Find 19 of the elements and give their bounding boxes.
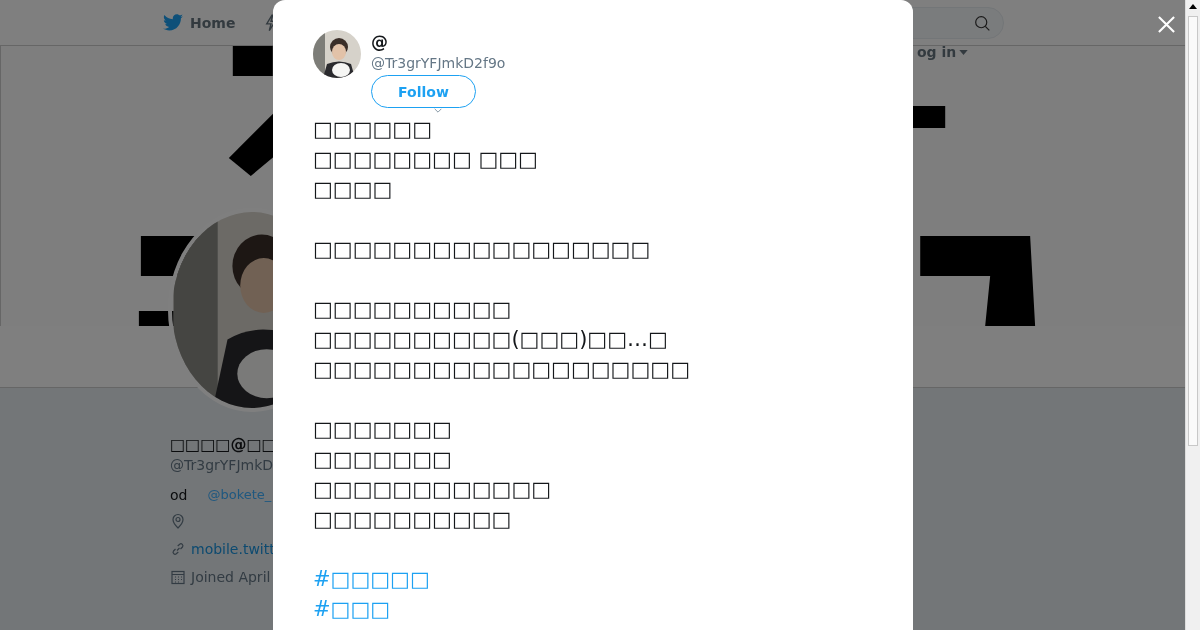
website-link[interactable]: mobile.twitt bbox=[191, 541, 275, 557]
scroll-up-icon[interactable] bbox=[1189, 4, 1197, 9]
bio-text: od bbox=[170, 487, 188, 503]
calendar-icon bbox=[170, 569, 186, 585]
profile-name: □□□□@□□ bbox=[170, 434, 277, 456]
tweet-paragraph: □□□□□□□ □□□□□□□ □□□□□□□□□□□□ □□□□□□□□□□ bbox=[313, 416, 553, 533]
close-icon[interactable] bbox=[1157, 15, 1176, 34]
joined-date: Joined April bbox=[191, 569, 271, 585]
location-icon bbox=[170, 513, 186, 529]
bird-icon[interactable] bbox=[163, 14, 183, 31]
hashtag-link[interactable]: #□□□□□ bbox=[313, 567, 430, 591]
hashtag-link[interactable]: #□□□ bbox=[313, 597, 391, 621]
home-link[interactable]: Home bbox=[190, 14, 236, 31]
search-icon[interactable] bbox=[974, 15, 991, 32]
profile-handle: @Tr3grYFJmkD bbox=[170, 456, 274, 474]
scrollbar[interactable] bbox=[1185, 0, 1200, 630]
link-icon bbox=[170, 541, 186, 557]
mention-link[interactable]: @bokete_ bbox=[207, 487, 272, 503]
scroll-thumb[interactable] bbox=[1188, 16, 1198, 446]
